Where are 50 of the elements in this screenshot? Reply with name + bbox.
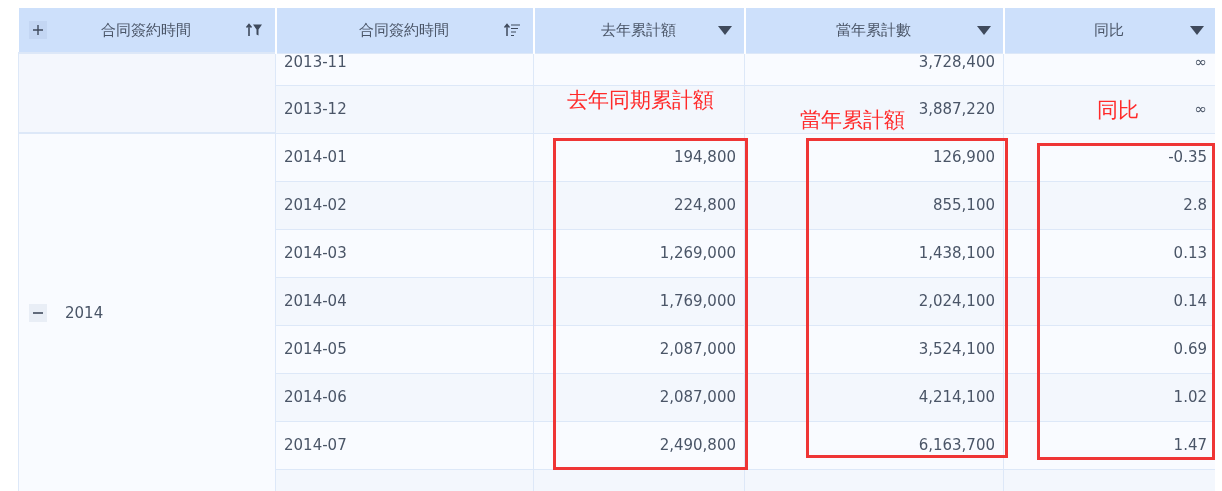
amount-cell: 2,490,800 — [659, 436, 736, 454]
amount-cell: 6,163,700 — [918, 436, 995, 454]
month-cell: 2013-11 — [284, 52, 347, 71]
amount-cell: 4,214,100 — [918, 388, 995, 406]
sort-filter-icon[interactable] — [244, 23, 263, 37]
amount-cell: 194,800 — [673, 148, 736, 166]
ratio-cell: 1.02 — [1173, 388, 1207, 406]
amount-cell: 2,024,100 — [918, 292, 995, 310]
amount-cell: 1,769,000 — [659, 292, 736, 310]
amount-cell: 224,800 — [673, 196, 736, 214]
column-header[interactable]: 當年累計數 — [744, 8, 1004, 53]
annotation-label: 當年累計額 — [800, 107, 905, 134]
ratio-cell: ∞ — [1194, 52, 1207, 71]
amount-cell: 2,087,000 — [659, 340, 736, 358]
month-cell: 2014-01 — [284, 148, 347, 166]
amount-cell: 3,728,400 — [918, 52, 995, 71]
month-cell: 2014-02 — [284, 196, 347, 214]
column-header[interactable]: 去年累計額 — [533, 8, 745, 53]
sort-icon[interactable] — [502, 23, 521, 38]
column-header[interactable]: 合同簽約時間 — [18, 8, 276, 53]
month-cell: 2013-12 — [284, 100, 347, 118]
month-cell: 2014-03 — [284, 244, 347, 262]
expand-all-icon[interactable] — [28, 21, 47, 39]
amount-cell: 126,900 — [932, 148, 995, 166]
column-header[interactable]: 同比 — [1003, 8, 1215, 53]
dropdown-caret-icon[interactable] — [717, 25, 732, 35]
amount-cell: 855,100 — [932, 196, 995, 214]
amount-cell: 2,087,000 — [659, 388, 736, 406]
dropdown-caret-icon[interactable] — [1189, 25, 1204, 35]
month-cell: 2014-06 — [284, 388, 347, 406]
column-header[interactable]: 合同簽約時間 — [275, 8, 534, 53]
amount-cell: 3,524,100 — [918, 340, 995, 358]
ratio-cell: -0.35 — [1168, 148, 1207, 166]
month-cell: 2014-04 — [284, 292, 347, 310]
dropdown-caret-icon[interactable] — [976, 25, 991, 35]
ratio-cell: 1.47 — [1173, 436, 1207, 454]
ratio-cell: 2.8 — [1183, 196, 1207, 214]
collapse-icon[interactable] — [29, 303, 47, 322]
annotation-label: 去年同期累計額 — [567, 87, 714, 114]
group-label: 2014 — [65, 303, 104, 322]
ratio-cell: ∞ — [1194, 100, 1207, 118]
month-cell: 2014-07 — [284, 436, 347, 454]
month-cell: 2014-05 — [284, 340, 347, 358]
ratio-cell: 0.14 — [1173, 292, 1207, 310]
amount-cell: 3,887,220 — [918, 100, 995, 118]
amount-cell: 1,438,100 — [918, 244, 995, 262]
ratio-cell: 0.69 — [1173, 340, 1207, 358]
ratio-cell: 0.13 — [1173, 244, 1207, 262]
amount-cell: 1,269,000 — [659, 244, 736, 262]
annotation-label: 同比 — [1097, 97, 1139, 124]
